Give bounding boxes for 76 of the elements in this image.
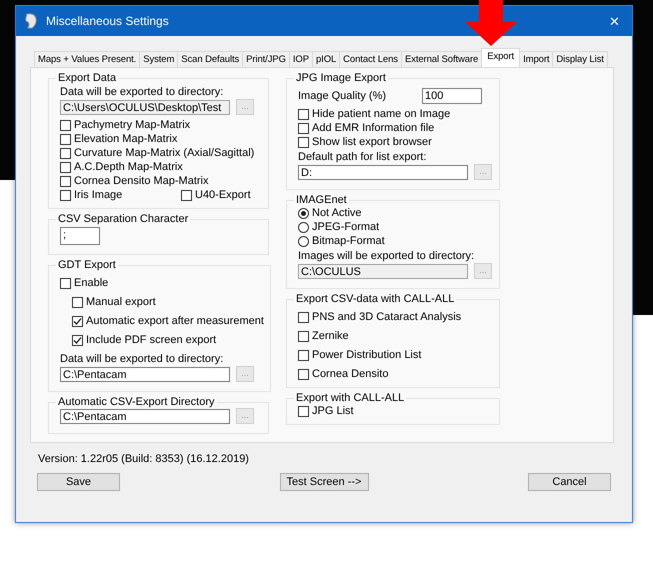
group-title: CSV Separation Character: [57, 213, 190, 225]
checkbox[interactable]: [298, 350, 309, 360]
checkbox-label: PNS and 3D Cataract Analysis: [312, 311, 462, 323]
field-label: Default path for list export:: [298, 151, 428, 163]
checkbox[interactable]: [181, 190, 192, 200]
radio-button[interactable]: [298, 222, 309, 232]
checkbox-label: Add EMR Information file: [312, 122, 434, 134]
tab[interactable]: Import: [519, 51, 554, 67]
checkbox-label: Curvature Map-Matrix (Axial/Sagittal): [74, 147, 254, 159]
tab[interactable]: pIOL: [312, 51, 340, 67]
group-title: Export with CALL-ALL: [295, 392, 406, 404]
app-icon: [24, 13, 38, 29]
checkbox[interactable]: [60, 134, 71, 144]
checkbox[interactable]: [298, 312, 309, 322]
checkbox[interactable]: [72, 296, 83, 308]
checkbox-label: Automatic export after measurement: [86, 315, 264, 327]
checkbox-label: Iris Image: [74, 189, 122, 201]
field-label: Data will be exported to directory:: [60, 86, 224, 98]
checkbox-label: Enable: [74, 277, 108, 289]
group-title: IMAGEnet: [295, 194, 348, 206]
path-field[interactable]: C:\Pentacam: [60, 408, 230, 424]
checkbox[interactable]: [298, 122, 309, 134]
checkbox[interactable]: [298, 330, 309, 342]
group-title: Export CSV-data with CALL-ALL: [295, 293, 456, 305]
checkbox[interactable]: [60, 278, 71, 288]
dialog-button[interactable]: Cancel: [528, 473, 611, 491]
radio-label: Not Active: [312, 207, 362, 219]
tab[interactable]: Display List: [552, 51, 608, 67]
checkbox-label: Cornea Densito: [312, 368, 388, 380]
tab[interactable]: Maps + Values Present.: [34, 51, 140, 67]
checkbox-label: Hide patient name on Image: [312, 108, 450, 120]
version-text: Version: 1.22r05 (Build: 8353) (16.12.2019): [38, 453, 250, 465]
checkbox-label: Cornea Densito Map-Matrix: [74, 175, 208, 187]
checkbox[interactable]: [60, 148, 71, 158]
group-title: GDT Export: [57, 259, 117, 271]
checkbox[interactable]: [298, 108, 309, 120]
checkbox[interactable]: [60, 176, 71, 186]
checkbox-label: Pachymetry Map-Matrix: [74, 119, 190, 131]
checkbox-label: U40-Export: [195, 189, 251, 201]
checkbox[interactable]: [298, 406, 309, 416]
number-field[interactable]: 100: [422, 88, 482, 104]
close-button[interactable]: ✕: [603, 14, 626, 28]
checkbox-label: Show list export browser: [312, 136, 432, 148]
checkbox-label: Power Distribution List: [312, 349, 422, 361]
checkbox-label: JPG List: [312, 405, 354, 417]
dialog-button[interactable]: Test Screen -->: [280, 473, 368, 491]
checkbox-label: Zernike: [312, 330, 349, 342]
checkbox[interactable]: [60, 162, 71, 172]
field-label: Images will be exported to directory:: [298, 250, 476, 262]
field-label: Data will be exported to directory:: [60, 353, 224, 365]
checkbox[interactable]: [72, 334, 83, 346]
checkbox-label: A.C.Depth Map-Matrix: [74, 161, 183, 173]
radio-label: Bitmap-Format: [312, 235, 385, 247]
group-title: JPG Image Export: [295, 72, 387, 84]
group-title: Export Data: [57, 72, 118, 84]
tab[interactable]: System: [139, 51, 178, 67]
pointer-arrow: [465, 0, 517, 46]
dialog-button[interactable]: Save: [37, 473, 120, 491]
checkbox[interactable]: [60, 120, 71, 130]
radio-label: JPEG-Format: [312, 221, 380, 233]
checkbox-label: Manual export: [86, 296, 156, 308]
radio-button[interactable]: [298, 208, 309, 218]
checkbox[interactable]: [72, 316, 83, 326]
path-field[interactable]: D:: [298, 164, 468, 180]
window-title: Miscellaneous Settings: [46, 14, 170, 28]
group-title: Automatic CSV-Export Directory: [57, 396, 216, 408]
checkbox[interactable]: [298, 136, 309, 148]
checkbox[interactable]: [298, 368, 309, 380]
checkbox-label: Include PDF screen export: [86, 334, 216, 346]
tab[interactable]: Export: [481, 48, 520, 67]
checkbox-label: Elevation Map-Matrix: [74, 133, 178, 145]
checkbox[interactable]: [60, 190, 71, 200]
text-field[interactable]: ;: [60, 227, 100, 245]
path-field[interactable]: C:\Pentacam: [60, 366, 230, 382]
field-label: Image Quality (%): [298, 90, 386, 102]
radio-button[interactable]: [298, 236, 309, 246]
